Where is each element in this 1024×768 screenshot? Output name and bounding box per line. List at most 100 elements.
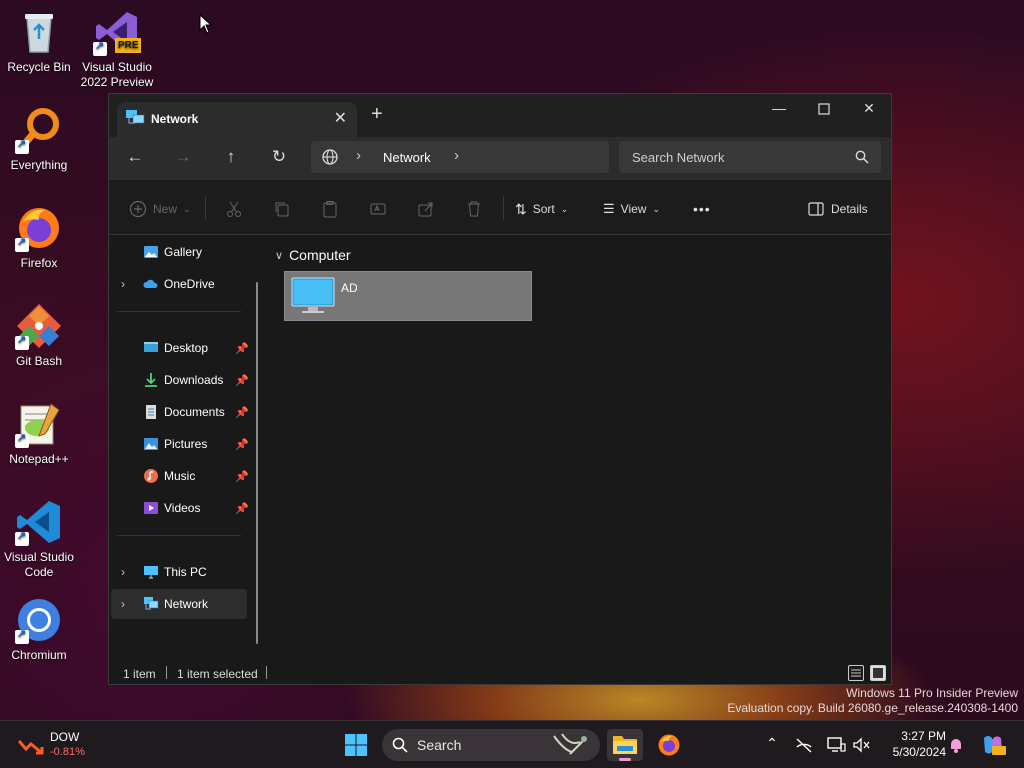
sidebar-item-videos[interactable]: Videos 📌 [111, 493, 249, 523]
desktop-icon-vscode[interactable]: Visual Studio Code [0, 498, 79, 580]
git-bash-icon [15, 302, 63, 350]
pin-icon[interactable]: 📌 [235, 438, 249, 451]
desktop-icon-firefox[interactable]: Firefox [0, 204, 79, 271]
sidebar-item-label: Pictures [164, 437, 208, 451]
recycle-bin-icon [15, 8, 63, 56]
tab-close-icon[interactable]: ✕ [334, 108, 347, 128]
desktop-icon-everything[interactable]: Everything [0, 106, 79, 173]
tab-network[interactable]: Network ✕ [117, 102, 357, 137]
pin-icon[interactable]: 📌 [235, 374, 249, 387]
shortcut-arrow-icon [15, 333, 29, 350]
search-input[interactable] [619, 141, 881, 173]
view-list-icon: ☰ [603, 201, 615, 216]
new-tab-button[interactable]: + [371, 104, 383, 124]
breadcrumb-network[interactable]: Network [383, 150, 431, 165]
group-header-computer[interactable]: ∨ Computer [275, 247, 351, 263]
pin-icon[interactable]: 📌 [235, 342, 249, 355]
sidebar-item-label: Network [164, 597, 209, 611]
sidebar-item-onedrive[interactable]: › OneDrive [111, 269, 247, 299]
cut-button[interactable] [225, 198, 243, 220]
display-icon[interactable] [826, 735, 846, 755]
up-button[interactable]: ↑ [217, 147, 245, 171]
desktop-icon-recycle-bin[interactable]: Recycle Bin [0, 8, 79, 75]
shortcut-arrow-icon [15, 529, 29, 546]
desktop-icon-notepad-plus-plus[interactable]: Notepad++ [0, 400, 79, 467]
gallery-icon [144, 246, 158, 258]
pin-icon[interactable]: 📌 [235, 502, 249, 515]
more-options-button[interactable]: ••• [693, 198, 711, 220]
copy-button[interactable] [273, 198, 291, 220]
delete-button[interactable] [465, 198, 483, 220]
minimize-button[interactable]: — [759, 100, 799, 124]
sidebar-item-music[interactable]: Music 📌 [111, 461, 249, 491]
pre-badge: PRE [118, 40, 139, 51]
computer-icon [291, 277, 335, 313]
taskbar-file-explorer[interactable] [607, 729, 643, 761]
address-bar[interactable]: › Network › [311, 141, 609, 173]
back-button[interactable]: ← [121, 147, 149, 171]
forward-button[interactable]: → [169, 147, 197, 171]
sidebar-item-label: Music [164, 469, 196, 483]
paste-button[interactable] [321, 198, 339, 220]
details-button[interactable]: Details [807, 198, 868, 220]
clock[interactable]: 3:27 PM 5/30/2024 [880, 728, 946, 760]
title-bar[interactable]: Network ✕ + — ✕ [109, 94, 891, 137]
sidebar-item-network[interactable]: › Network [111, 589, 247, 619]
sidebar-item-documents[interactable]: Documents 📌 [111, 397, 249, 427]
sort-button[interactable]: ⇅ Sort ⌄ [515, 198, 568, 220]
windows-logo-icon [345, 734, 367, 756]
sidebar-item-this-pc[interactable]: › This PC [111, 557, 247, 587]
desktop-icon-label: Visual Studio 2022 Preview [80, 60, 154, 89]
desktop-icon-chromium[interactable]: Chromium [0, 596, 79, 663]
shortcut-arrow-icon [93, 39, 107, 56]
sidebar-item-label: Documents [164, 405, 225, 419]
start-button[interactable] [338, 729, 374, 761]
pin-icon[interactable]: 📌 [235, 406, 249, 419]
file-item-ad[interactable]: AD [284, 271, 532, 321]
show-hidden-icons-chevron-up-icon[interactable]: ⌃ [762, 735, 782, 755]
stock-chart-icon [18, 740, 44, 755]
stocks-widget[interactable]: DOW -0.81% [18, 729, 98, 761]
view-button[interactable]: ☰ View ⌄ [603, 198, 660, 220]
desktop-icon-visual-studio[interactable]: PRE Visual Studio 2022 Preview [77, 8, 157, 90]
videos-icon [144, 502, 158, 514]
chevron-down-icon: ⌄ [652, 203, 660, 214]
expand-chevron-icon[interactable]: › [121, 565, 125, 579]
expand-chevron-icon[interactable]: › [121, 277, 125, 291]
desktop-folder-icon [144, 342, 158, 352]
notification-bell-icon[interactable] [946, 735, 966, 755]
sidebar-item-downloads[interactable]: Downloads 📌 [111, 365, 249, 395]
maximize-icon [818, 103, 830, 115]
expand-chevron-icon[interactable]: › [121, 597, 125, 611]
close-button[interactable]: ✕ [849, 100, 889, 124]
globe-icon [322, 149, 338, 165]
desktop-icon-label: Chromium [11, 648, 67, 662]
details-button-label: Details [831, 202, 868, 216]
refresh-button[interactable]: ↻ [265, 147, 293, 171]
details-view-button[interactable] [848, 665, 864, 681]
search-icon[interactable] [855, 150, 869, 164]
rename-button[interactable] [369, 198, 387, 220]
sidebar-item-pictures[interactable]: Pictures 📌 [111, 429, 249, 459]
stock-change: -0.81% [50, 746, 85, 758]
file-item-name: AD [341, 281, 358, 295]
new-button[interactable]: New ⌄ [129, 198, 191, 220]
desktop-icon-git-bash[interactable]: Git Bash [0, 302, 79, 369]
pin-icon[interactable]: 📌 [235, 470, 249, 483]
chevron-right-icon[interactable]: › [454, 147, 459, 164]
maximize-button[interactable] [804, 99, 844, 123]
chevron-right-icon[interactable]: › [356, 147, 361, 164]
selection-count: 1 item selected [177, 667, 258, 681]
file-explorer-window[interactable]: Network ✕ + — ✕ ← → ↑ ↻ › Network › Sear… [108, 93, 892, 685]
copilot-icon[interactable] [980, 732, 1006, 758]
view-button-label: View [620, 202, 647, 216]
sidebar-item-desktop[interactable]: Desktop 📌 [111, 333, 249, 363]
trash-icon [468, 201, 480, 217]
tiles-view-button[interactable] [870, 665, 886, 681]
share-button[interactable] [417, 198, 435, 220]
sidebar-scrollbar[interactable] [256, 282, 258, 644]
sidebar-item-gallery[interactable]: Gallery [111, 237, 247, 267]
volume-muted-icon[interactable] [852, 735, 872, 755]
network-disconnected-icon[interactable] [794, 735, 814, 755]
taskbar-firefox[interactable] [651, 729, 687, 761]
